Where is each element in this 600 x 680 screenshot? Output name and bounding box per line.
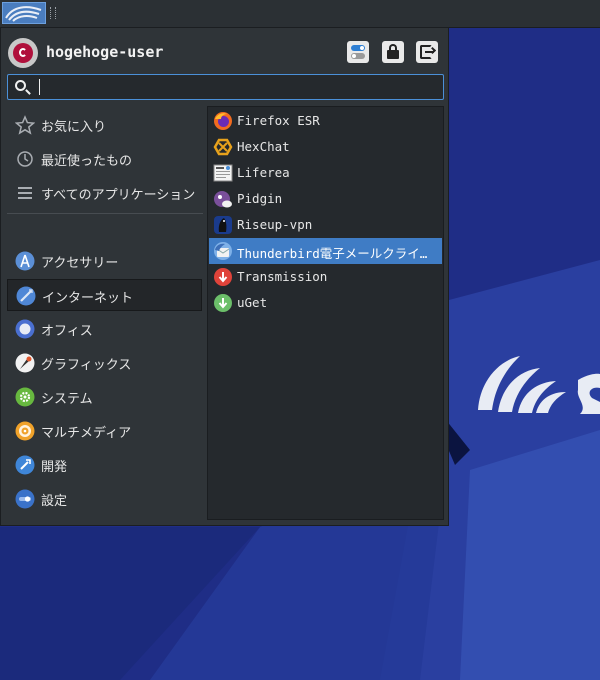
settings-button[interactable]: [347, 41, 369, 63]
category-label: 設定: [41, 494, 68, 509]
category-internet[interactable]: インターネット: [7, 279, 202, 311]
category-label: 最近使ったもの: [41, 154, 133, 169]
star-icon: [15, 115, 35, 135]
app-label: uGet: [237, 295, 268, 310]
menu-logo-icon: [5, 6, 42, 22]
graphics-icon: [15, 353, 35, 373]
accessories-icon: [15, 251, 35, 271]
category-label: マルチメディア: [41, 426, 132, 441]
category-settings[interactable]: 設定: [7, 483, 202, 515]
development-icon: [15, 455, 35, 475]
transmission-icon: [214, 268, 232, 286]
uget-icon: [214, 294, 232, 312]
application-list: Firefox ESR HexChat Liferea Pidgin Riseu…: [207, 106, 444, 520]
search-input[interactable]: [36, 77, 436, 97]
app-label: Riseup-vpn: [237, 217, 313, 232]
avatar: [8, 38, 38, 68]
category-label: すべてのアプリケーション: [41, 188, 196, 203]
category-development[interactable]: 開発: [7, 449, 202, 481]
app-label: Thunderbird電子メールクライ…: [237, 246, 428, 261]
category-label: インターネット: [42, 291, 134, 306]
multimedia-icon: [15, 421, 35, 441]
text-caret: [39, 79, 40, 95]
settings-category-icon: [15, 489, 35, 509]
app-liferea[interactable]: Liferea: [209, 160, 442, 186]
category-label: 開発: [41, 460, 68, 475]
category-recent[interactable]: 最近使ったもの: [7, 143, 202, 175]
thunderbird-icon: [214, 242, 232, 260]
app-label: Transmission: [237, 269, 328, 284]
category-label: アクセサリー: [41, 256, 119, 271]
category-accessories[interactable]: アクセサリー: [7, 245, 202, 277]
category-separator: [7, 213, 203, 214]
category-system[interactable]: システム: [7, 381, 202, 413]
list-icon: [18, 187, 32, 199]
app-firefox-esr[interactable]: Firefox ESR: [209, 108, 442, 134]
hexchat-icon: [213, 138, 233, 156]
application-menu: hogehoge-user お気に入り 最近使ったもの すべてのアプリケーション…: [0, 27, 449, 526]
app-pidgin[interactable]: Pidgin: [209, 186, 442, 212]
office-icon: [15, 319, 35, 339]
riseup-vpn-icon: [214, 216, 232, 234]
app-transmission[interactable]: Transmission: [209, 264, 442, 290]
category-graphics[interactable]: グラフィックス: [7, 347, 202, 379]
username: hogehoge-user: [46, 43, 164, 61]
logout-button[interactable]: [416, 41, 438, 63]
category-label: お気に入り: [41, 120, 107, 135]
lock-screen-button[interactable]: [382, 41, 404, 63]
category-all-applications[interactable]: すべてのアプリケーション: [7, 177, 202, 209]
liferea-icon: [213, 164, 233, 182]
app-label: Liferea: [237, 165, 290, 180]
internet-icon: [16, 286, 36, 306]
category-label: システム: [41, 392, 93, 407]
category-label: オフィス: [41, 324, 93, 339]
app-uget[interactable]: uGet: [209, 290, 442, 316]
app-label: Pidgin: [237, 191, 283, 206]
app-thunderbird[interactable]: Thunderbird電子メールクライ…: [209, 238, 442, 264]
user-header: hogehoge-user: [8, 38, 444, 68]
system-icon: [15, 387, 35, 407]
firefox-icon: [214, 112, 232, 130]
clock-icon: [17, 151, 33, 167]
pidgin-icon: [214, 191, 232, 208]
panel-handle[interactable]: [50, 7, 56, 19]
category-office[interactable]: オフィス: [7, 313, 202, 345]
applications-menu-button[interactable]: [2, 2, 46, 24]
search-icon: [15, 80, 26, 91]
category-favorites[interactable]: お気に入り: [7, 109, 202, 141]
category-multimedia[interactable]: マルチメディア: [7, 415, 202, 447]
app-label: Firefox ESR: [237, 113, 320, 128]
debian-logo-icon: [13, 43, 33, 63]
top-panel: [0, 0, 600, 28]
app-label: HexChat: [237, 139, 290, 154]
search-box[interactable]: [7, 74, 444, 100]
category-label: グラフィックス: [41, 358, 132, 373]
app-hexchat[interactable]: HexChat: [209, 134, 442, 160]
app-riseup-vpn[interactable]: Riseup-vpn: [209, 212, 442, 238]
